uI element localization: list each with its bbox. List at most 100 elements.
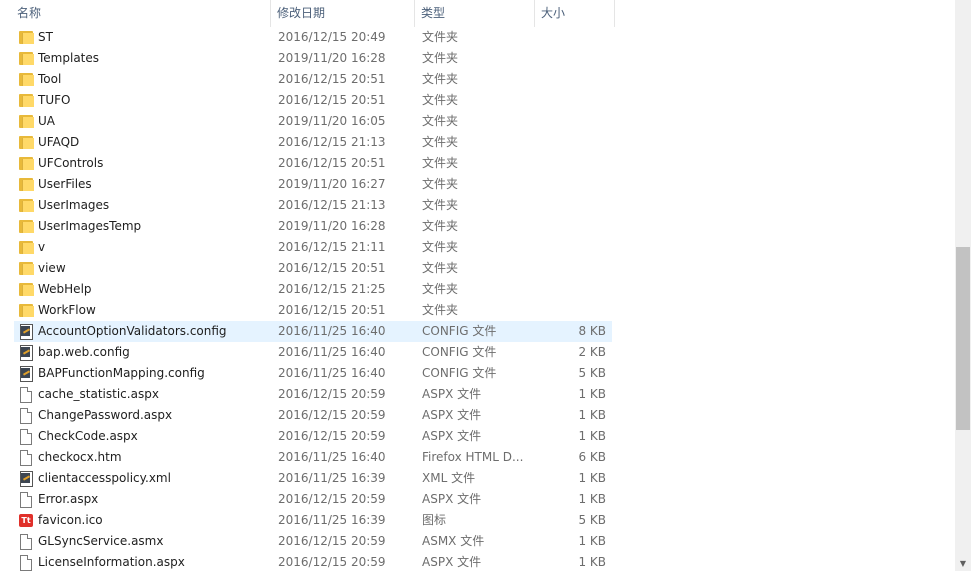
file-row[interactable]: Error.aspx 2016/12/15 20:59 ASPX 文件 1 KB	[14, 489, 612, 510]
file-row[interactable]: UserImagesTemp 2019/11/20 16:28 文件夹	[14, 216, 612, 237]
sort-ascending-icon: ^	[148, 0, 157, 7]
folder-icon	[18, 219, 34, 234]
file-date: 2016/12/15 20:59	[278, 555, 386, 569]
file-name: WorkFlow	[38, 303, 96, 317]
file-name: UFAQD	[38, 135, 80, 149]
file-name: ST	[38, 30, 53, 44]
file-row[interactable]: view 2016/12/15 20:51 文件夹	[14, 258, 612, 279]
file-row[interactable]: checkocx.htm 2016/11/25 16:40 Firefox HTML…	[14, 447, 612, 468]
column-header-bar: 名称 ^ 修改日期 类型 大小	[0, 0, 955, 27]
file-row[interactable]: ChangePassword.aspx 2016/12/15 20:59 ASPX …	[14, 405, 612, 426]
file-name: UserImages	[38, 198, 110, 212]
config-file-icon	[18, 345, 34, 361]
file-row[interactable]: LicenseInformation.aspx 2016/12/15 20:59 A…	[14, 552, 612, 573]
file-type: Firefox HTML D...	[422, 450, 524, 464]
document-icon	[18, 429, 34, 445]
folder-icon	[18, 261, 34, 276]
file-name: clientaccesspolicy.xml	[38, 471, 171, 485]
file-type: ASPX 文件	[422, 429, 482, 443]
file-date: 2016/11/25 16:40	[278, 324, 386, 338]
file-name: Error.aspx	[38, 492, 99, 506]
file-date: 2016/11/25 16:39	[278, 513, 386, 527]
file-date: 2019/11/20 16:05	[278, 114, 386, 128]
file-row[interactable]: UserFiles 2019/11/20 16:27 文件夹	[14, 174, 612, 195]
file-date: 2016/12/15 20:59	[278, 534, 386, 548]
file-size: 1 KB	[578, 429, 606, 443]
file-row[interactable]: ST 2016/12/15 20:49 文件夹	[14, 27, 612, 48]
file-name: cache_statistic.aspx	[38, 387, 159, 401]
column-header-size[interactable]: 大小	[535, 0, 615, 27]
scroll-down-arrow-icon[interactable]: ▼	[956, 556, 970, 571]
column-header-name[interactable]: 名称 ^	[11, 0, 271, 27]
file-type: CONFIG 文件	[422, 366, 497, 380]
folder-icon	[18, 156, 34, 171]
file-name: v	[38, 240, 46, 254]
file-row[interactable]: AccountOptionValidators.config 2016/11/25…	[14, 321, 612, 342]
document-icon	[18, 450, 34, 466]
file-type: 文件夹	[422, 156, 459, 170]
file-row[interactable]: GLSyncService.asmx 2016/12/15 20:59 ASMX 文…	[14, 531, 612, 552]
file-type: CONFIG 文件	[422, 324, 497, 338]
file-type: 文件夹	[422, 135, 459, 149]
file-name: checkocx.htm	[38, 450, 122, 464]
file-size: 1 KB	[578, 534, 606, 548]
file-row[interactable]: UA 2019/11/20 16:05 文件夹	[14, 111, 612, 132]
file-type: ASPX 文件	[422, 408, 482, 422]
file-row[interactable]: UFControls 2016/12/15 20:51 文件夹	[14, 153, 612, 174]
file-date: 2016/11/25 16:40	[278, 366, 386, 380]
folder-icon	[18, 198, 34, 213]
file-row[interactable]: bap.web.config 2016/11/25 16:40 CONFIG 文件 2…	[14, 342, 612, 363]
scrollbar-thumb[interactable]	[956, 247, 970, 430]
file-date: 2019/11/20 16:28	[278, 51, 386, 65]
file-type: 文件夹	[422, 198, 459, 212]
file-type: XML 文件	[422, 471, 476, 485]
file-date: 2016/12/15 20:49	[278, 30, 386, 44]
file-type: ASPX 文件	[422, 492, 482, 506]
file-row[interactable]: Templates 2019/11/20 16:28 文件夹	[14, 48, 612, 69]
file-row[interactable]: Tt favicon.ico 2016/11/25 16:39 图标 5 KB	[14, 510, 612, 531]
column-header-date-label: 修改日期	[277, 6, 326, 20]
file-date: 2016/12/15 20:51	[278, 261, 386, 275]
file-name: favicon.ico	[38, 513, 103, 527]
file-date: 2016/11/25 16:40	[278, 345, 386, 359]
file-date: 2016/12/15 20:59	[278, 492, 386, 506]
folder-icon	[18, 51, 34, 66]
file-row[interactable]: CheckCode.aspx 2016/12/15 20:59 ASPX 文件 1 K…	[14, 426, 612, 447]
folder-icon	[18, 30, 34, 45]
file-date: 2016/12/15 21:25	[278, 282, 386, 296]
file-row[interactable]: UFAQD 2016/12/15 21:13 文件夹	[14, 132, 612, 153]
column-header-type[interactable]: 类型	[415, 0, 535, 27]
document-icon	[18, 492, 34, 508]
file-date: 2016/12/15 20:59	[278, 408, 386, 422]
file-name: AccountOptionValidators.config	[38, 324, 227, 338]
file-row[interactable]: BAPFunctionMapping.config 2016/11/25 16:4…	[14, 363, 612, 384]
file-type: ASPX 文件	[422, 387, 482, 401]
file-type: 文件夹	[422, 177, 459, 191]
file-row[interactable]: clientaccesspolicy.xml 2016/11/25 16:39 XM…	[14, 468, 612, 489]
file-size: 8 KB	[578, 324, 606, 338]
file-name: view	[38, 261, 66, 275]
column-header-date[interactable]: 修改日期	[271, 0, 415, 27]
folder-icon	[18, 135, 34, 150]
file-size: 1 KB	[578, 387, 606, 401]
file-row[interactable]: TUFO 2016/12/15 20:51 文件夹	[14, 90, 612, 111]
file-row[interactable]: UserImages 2016/12/15 21:13 文件夹	[14, 195, 612, 216]
file-date: 2019/11/20 16:28	[278, 219, 386, 233]
file-name: UserFiles	[38, 177, 92, 191]
column-header-name-label: 名称	[17, 6, 42, 20]
file-size: 1 KB	[578, 471, 606, 485]
folder-icon	[18, 303, 34, 318]
file-type: 图标	[422, 513, 447, 527]
file-type: 文件夹	[422, 282, 459, 296]
file-type: 文件夹	[422, 93, 459, 107]
file-row[interactable]: Tool 2016/12/15 20:51 文件夹	[14, 69, 612, 90]
file-row[interactable]: cache_statistic.aspx 2016/12/15 20:59 ASPX…	[14, 384, 612, 405]
file-row[interactable]: v 2016/12/15 21:11 文件夹	[14, 237, 612, 258]
file-name: Templates	[38, 51, 100, 65]
file-row[interactable]: WorkFlow 2016/12/15 20:51 文件夹	[14, 300, 612, 321]
vertical-scrollbar[interactable]: ▼	[955, 0, 971, 571]
file-date: 2016/12/15 20:51	[278, 72, 386, 86]
folder-icon	[18, 240, 34, 255]
file-name: CheckCode.aspx	[38, 429, 138, 443]
file-row[interactable]: WebHelp 2016/12/15 21:25 文件夹	[14, 279, 612, 300]
